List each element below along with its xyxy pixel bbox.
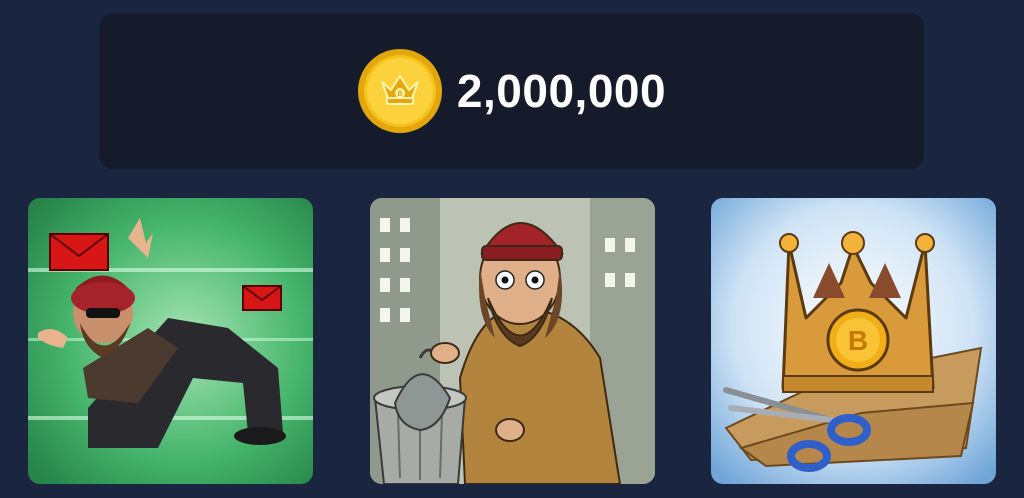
envelope-icon [49,233,109,271]
balance-value: 2,000,000 [456,65,667,117]
svg-text:B: B [397,91,402,98]
svg-text:B: B [848,325,868,356]
fleeing-bearded-man-with-letters [28,198,313,484]
envelope-icon [242,285,282,311]
balance-panel: B 2,000,000 [99,13,924,169]
card-homeless-man[interactable] [370,198,655,484]
crown-coin-icon: B [357,49,442,133]
cardboard-crown-with-scissors: B [711,198,996,484]
card-cardboard-crown[interactable]: B [711,198,996,484]
card-fleeing-man[interactable] [28,198,313,484]
homeless-man-with-trash-can [370,198,655,484]
